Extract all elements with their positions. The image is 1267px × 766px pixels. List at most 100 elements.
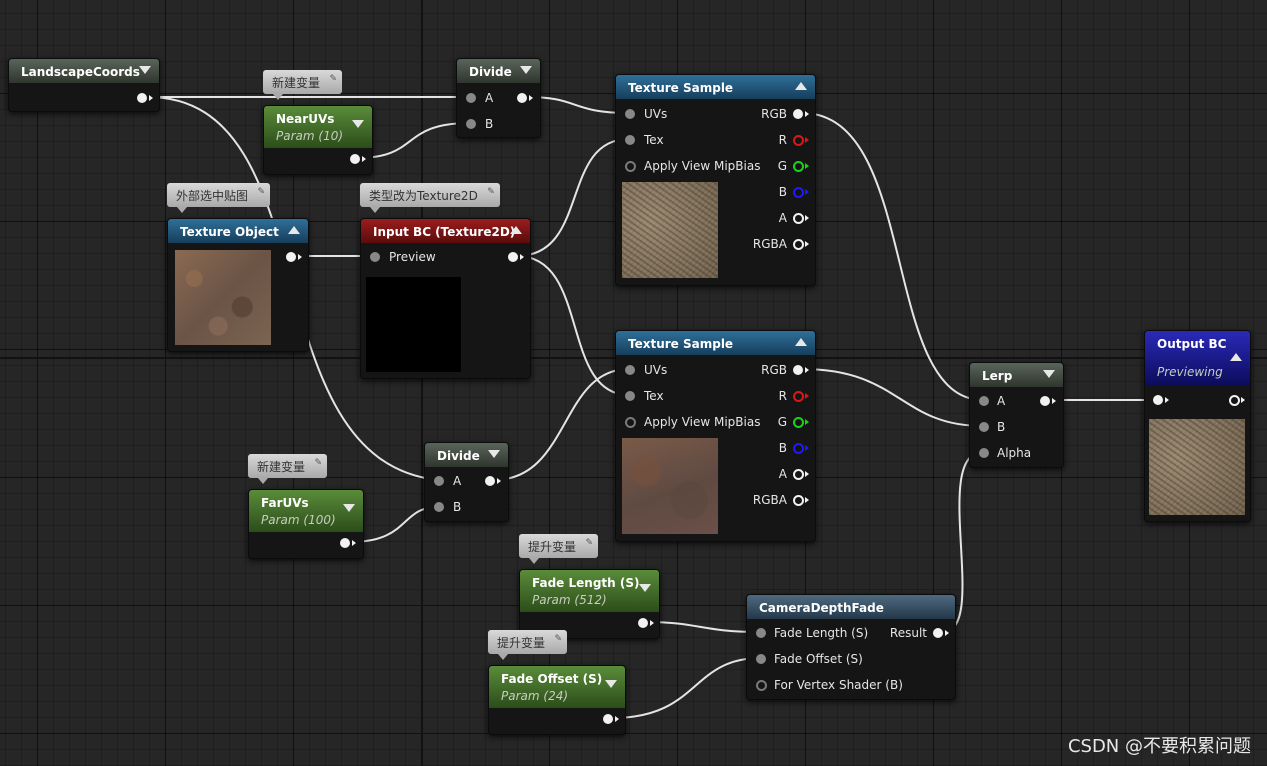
output-pin-rgb[interactable] <box>793 109 803 119</box>
output-pin-g[interactable] <box>793 417 804 428</box>
output-pin[interactable] <box>1040 396 1050 406</box>
camera-depth-fade-node[interactable]: CameraDepthFade Fade Length (S) Fade Off… <box>746 594 956 700</box>
node-subtitle: Param (100) <box>261 513 336 527</box>
fade-length-node[interactable]: Fade Length (S) Param (512) <box>519 569 660 639</box>
collapse-arrow-icon[interactable] <box>1230 353 1242 361</box>
node-header[interactable]: Output BC Previewing <box>1145 331 1250 385</box>
collapse-arrow-icon[interactable] <box>352 120 364 128</box>
pin-icon[interactable]: ✎ <box>554 634 562 644</box>
node-header[interactable]: Texture Sample <box>616 331 815 355</box>
far-uvs-node[interactable]: FarUVs Param (100) <box>248 489 364 559</box>
comment-bubble-far-uvs[interactable]: 新建变量 ✎ <box>248 454 328 484</box>
node-header[interactable]: NearUVs Param (10) <box>264 106 372 148</box>
output-pin-r[interactable] <box>793 391 804 402</box>
near-uvs-node[interactable]: NearUVs Param (10) <box>263 105 373 175</box>
node-header[interactable]: Input BC (Texture2D) <box>361 219 530 243</box>
output-pin[interactable] <box>485 476 495 486</box>
output-pin-a[interactable] <box>793 469 804 480</box>
collapse-arrow-icon[interactable] <box>795 338 807 346</box>
texture-object-node[interactable]: Texture Object <box>167 218 309 352</box>
input-pin-a[interactable] <box>979 396 989 406</box>
input-pin-b[interactable] <box>979 422 989 432</box>
output-pin[interactable] <box>508 252 518 262</box>
collapse-arrow-icon[interactable] <box>1043 370 1055 378</box>
comment-bubble-input-bc[interactable]: 类型改为Texture2D ✎ <box>360 183 500 213</box>
pin-icon[interactable]: ✎ <box>314 458 322 468</box>
pin-label: For Vertex Shader (B) <box>774 678 903 692</box>
node-header[interactable]: CameraDepthFade <box>747 595 955 619</box>
output-bc-node[interactable]: Output BC Previewing <box>1144 330 1251 522</box>
output-pin[interactable] <box>1229 395 1240 406</box>
output-pin[interactable] <box>350 154 360 164</box>
output-pin-b[interactable] <box>793 187 804 198</box>
divide-node-top[interactable]: Divide A B <box>456 58 541 138</box>
pin-icon[interactable]: ✎ <box>257 187 265 197</box>
input-pin-uvs[interactable] <box>625 365 635 375</box>
lerp-node[interactable]: Lerp A B Alpha <box>969 362 1064 468</box>
pin-icon[interactable]: ✎ <box>329 74 337 84</box>
input-pin-a[interactable] <box>434 476 444 486</box>
node-header[interactable]: Texture Object <box>168 219 308 243</box>
node-header[interactable]: Texture Sample <box>616 75 815 99</box>
collapse-arrow-icon[interactable] <box>488 450 500 458</box>
output-pin-a[interactable] <box>793 213 804 224</box>
output-arrow-icon <box>497 478 501 484</box>
comment-bubble-texture-object[interactable]: 外部选中贴图 ✎ <box>167 183 271 213</box>
output-pin-b[interactable] <box>793 443 804 454</box>
node-header[interactable]: FarUVs Param (100) <box>249 490 363 532</box>
pin-icon[interactable]: ✎ <box>585 538 593 548</box>
output-arrow-icon <box>805 163 809 169</box>
input-pin-tex[interactable] <box>625 135 635 145</box>
input-pin-vertex-shader[interactable] <box>756 680 767 691</box>
comment-bubble-fade-length[interactable]: 提升变量 ✎ <box>519 534 599 564</box>
node-header[interactable]: Fade Offset (S) Param (24) <box>489 666 625 708</box>
node-header[interactable]: Divide <box>425 443 508 467</box>
input-pin-b[interactable] <box>434 502 444 512</box>
input-bc-node[interactable]: Input BC (Texture2D) Preview <box>360 218 531 379</box>
comment-bubble-near-uvs[interactable]: 新建变量 ✎ <box>263 70 343 100</box>
collapse-arrow-icon[interactable] <box>343 504 355 512</box>
collapse-arrow-icon[interactable] <box>639 584 651 592</box>
pin-icon[interactable]: ✎ <box>487 187 495 197</box>
divide-node-bottom[interactable]: Divide A B <box>424 442 509 522</box>
landscape-coords-node[interactable]: LandscapeCoords <box>8 58 160 112</box>
output-pin-rgba[interactable] <box>793 495 804 506</box>
collapse-arrow-icon[interactable] <box>795 82 807 90</box>
node-header[interactable]: Fade Length (S) Param (512) <box>520 570 659 612</box>
output-pin-g[interactable] <box>793 161 804 172</box>
output-pin-rgba[interactable] <box>793 239 804 250</box>
collapse-arrow-icon[interactable] <box>510 226 522 234</box>
comment-bubble-fade-offset[interactable]: 提升变量 ✎ <box>488 630 568 660</box>
input-pin-b[interactable] <box>466 119 476 129</box>
collapse-arrow-icon[interactable] <box>520 66 532 74</box>
output-pin-r[interactable] <box>793 135 804 146</box>
output-pin[interactable] <box>137 93 147 103</box>
input-pin-preview[interactable] <box>370 252 380 262</box>
collapse-arrow-icon[interactable] <box>139 66 151 74</box>
collapse-arrow-icon[interactable] <box>605 680 617 688</box>
input-pin-tex[interactable] <box>625 391 635 401</box>
node-header[interactable]: Divide <box>457 59 540 83</box>
input-pin-fade-length[interactable] <box>756 628 766 638</box>
output-pin-result[interactable] <box>933 628 943 638</box>
fade-offset-node[interactable]: Fade Offset (S) Param (24) <box>488 665 626 735</box>
output-pin[interactable] <box>286 252 296 262</box>
input-pin-a[interactable] <box>466 93 476 103</box>
input-pin-mipbias[interactable] <box>625 161 636 172</box>
node-header[interactable]: LandscapeCoords <box>9 59 159 83</box>
node-header[interactable]: Lerp <box>970 363 1063 387</box>
output-pin-rgb[interactable] <box>793 365 803 375</box>
input-pin-fade-offset[interactable] <box>756 654 766 664</box>
output-pin[interactable] <box>603 714 613 724</box>
input-pin-mipbias[interactable] <box>625 417 636 428</box>
input-pin-alpha[interactable] <box>979 448 989 458</box>
input-pin[interactable] <box>1153 395 1163 405</box>
texture-sample-node-bottom[interactable]: Texture Sample UVs Tex Apply View MipBia… <box>615 330 816 542</box>
input-pin-uvs[interactable] <box>625 109 635 119</box>
output-pin[interactable] <box>340 538 350 548</box>
texture-sample-node-top[interactable]: Texture Sample UVs Tex Apply View MipBia… <box>615 74 816 286</box>
output-pin[interactable] <box>517 93 527 103</box>
collapse-arrow-icon[interactable] <box>288 226 300 234</box>
output-pin[interactable] <box>638 618 648 628</box>
output-arrow-icon <box>805 471 809 477</box>
